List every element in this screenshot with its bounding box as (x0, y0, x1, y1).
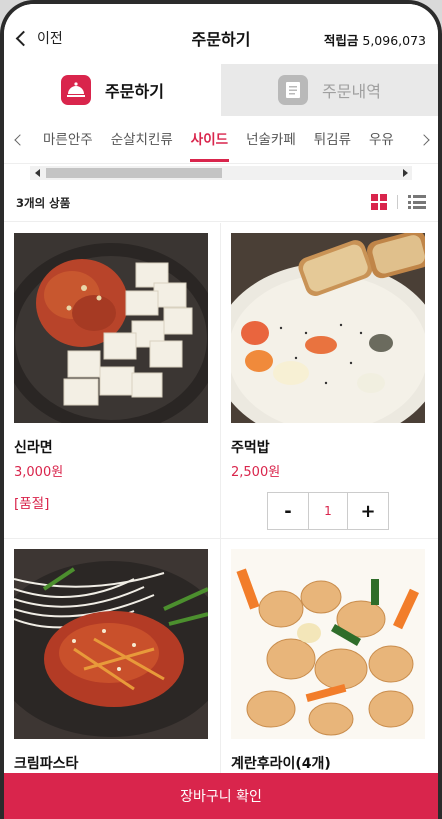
category-item[interactable]: 우유 (360, 118, 403, 164)
scroll-right-arrow-icon[interactable] (398, 166, 412, 180)
tab-order-label: 주문하기 (105, 82, 164, 101)
app-screen: 이전 주문하기 적립금 5,096,073 주문하기 주문내역 마른안주 순살치… (4, 4, 438, 819)
qty-increase-button[interactable]: + (348, 493, 388, 529)
category-list: 마른안주 순살치킨류 사이드 넌술카페 튀김류 우유 (34, 118, 416, 164)
chevron-right-icon (418, 134, 430, 146)
list-view-icon[interactable] (408, 195, 426, 209)
view-toggle (371, 194, 426, 210)
product-image-spicy-noodle[interactable] (14, 549, 208, 739)
category-item[interactable]: 튀김류 (305, 118, 360, 164)
qty-value[interactable]: 1 (308, 493, 348, 529)
food-cloche-icon (61, 75, 92, 105)
points-value: 5,096,073 (362, 33, 426, 48)
product-card[interactable]: 크림파스타 (4, 539, 221, 773)
quantity-stepper: - 1 + (267, 492, 389, 530)
points-label: 적립금 (323, 33, 359, 48)
cart-confirm-button[interactable]: 장바구니 확인 (4, 773, 438, 819)
category-item[interactable]: 마른안주 (34, 118, 102, 164)
phone-frame: 이전 주문하기 적립금 5,096,073 주문하기 주문내역 마른안주 순살치… (0, 0, 442, 819)
scroll-left-arrow-icon[interactable] (30, 166, 44, 180)
product-image-cream-stew[interactable] (231, 233, 425, 423)
chevron-left-icon (14, 134, 26, 146)
grid-view-icon[interactable] (371, 194, 387, 210)
scrollbar-thumb[interactable] (46, 168, 222, 178)
tab-order-history-label: 주문내역 (322, 82, 381, 101)
product-card[interactable]: 계란후라이(4개) (221, 539, 438, 773)
category-nav: 마른안주 순살치킨류 사이드 넌술카페 튀김류 우유 (4, 118, 438, 164)
category-scrollbar[interactable] (30, 166, 412, 180)
soldout-badge: [품절] (14, 496, 50, 512)
tab-order[interactable]: 주문하기 (4, 64, 221, 116)
product-name: 주먹밥 (231, 440, 270, 456)
mode-tabs: 주문하기 주문내역 (4, 64, 438, 116)
list-toolbar: 3개의 상품 (4, 182, 438, 222)
category-item[interactable]: 넌술카페 (237, 118, 305, 164)
product-card[interactable]: 신라면 3,000원 [품절] (4, 223, 221, 539)
product-grid: 신라면 3,000원 [품절] 주먹밥 2,500원 - 1 + 크림파스타 계… (4, 223, 438, 773)
product-name: 크림파스타 (14, 756, 79, 772)
product-image-tofu-kimchi[interactable] (14, 233, 208, 423)
product-name: 신라면 (14, 440, 53, 456)
tab-order-history[interactable]: 주문내역 (221, 64, 438, 116)
category-prev-button[interactable] (12, 128, 28, 152)
view-divider (397, 195, 398, 209)
product-name: 계란후라이(4개) (231, 756, 331, 772)
product-price: 2,500원 (231, 465, 281, 480)
points-display: 적립금 5,096,073 (324, 30, 426, 49)
receipt-icon (278, 75, 309, 105)
item-count: 3개의 상품 (16, 196, 71, 210)
product-price: 3,000원 (14, 465, 64, 480)
qty-decrease-button[interactable]: - (268, 493, 308, 529)
category-item-active[interactable]: 사이드 (182, 118, 237, 164)
category-item[interactable]: 순살치킨류 (102, 118, 182, 164)
product-card[interactable]: 주먹밥 2,500원 - 1 + (221, 223, 438, 539)
product-image-sweet-sour-pork[interactable] (231, 549, 425, 739)
category-next-button[interactable] (416, 128, 432, 152)
